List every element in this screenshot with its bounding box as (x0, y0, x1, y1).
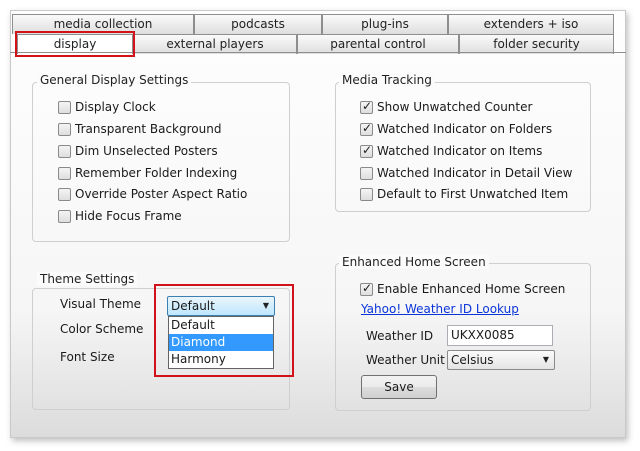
tab-plug-ins[interactable]: plug-ins (322, 14, 448, 34)
enable-enhanced-home-option[interactable]: Enable Enhanced Home Screen (360, 280, 565, 298)
save-button[interactable]: Save (361, 375, 437, 399)
transparent-background-checkbox[interactable] (58, 122, 71, 136)
option-label: Override Poster Aspect Ratio (75, 187, 248, 201)
tab-podcasts[interactable]: podcasts (194, 14, 322, 34)
display-clock-option[interactable]: Display Clock (58, 98, 156, 116)
dim-unselected-posters-option[interactable]: Dim Unselected Posters (58, 142, 218, 160)
option-label: Remember Folder Indexing (75, 166, 238, 180)
transparent-background-option[interactable]: Transparent Background (58, 120, 221, 138)
option-label: Watched Indicator on Items (377, 144, 543, 158)
override-poster-aspect-ratio-option[interactable]: Override Poster Aspect Ratio (58, 185, 247, 203)
default-first-unwatched-option[interactable]: Default to First Unwatched Item (360, 185, 568, 203)
tab-label: folder security (493, 37, 580, 51)
option-label: Hide Focus Frame (75, 209, 182, 223)
override-poster-aspect-ratio-checkbox[interactable] (58, 187, 71, 201)
visual-theme-highlight (154, 284, 294, 377)
tab-parental-control[interactable]: parental control (297, 34, 459, 54)
option-label: Watched Indicator in Detail View (377, 166, 573, 180)
tab-label: external players (166, 37, 264, 51)
option-label: Display Clock (75, 100, 156, 114)
remember-folder-indexing-checkbox[interactable] (58, 166, 71, 180)
enable-enhanced-home-checkbox[interactable] (360, 281, 373, 296)
remember-folder-indexing-option[interactable]: Remember Folder Indexing (58, 164, 237, 182)
show-unwatched-counter-option[interactable]: Show Unwatched Counter (360, 98, 532, 116)
tab-label: plug-ins (361, 17, 409, 31)
dropdown-arrow-icon: ▼ (542, 355, 549, 364)
weather-unit-label: Weather Unit (366, 353, 445, 367)
watched-indicator-detail-option[interactable]: Watched Indicator in Detail View (360, 164, 572, 182)
display-tab-highlight (15, 31, 135, 57)
option-label: Show Unwatched Counter (377, 100, 533, 114)
default-first-unwatched-checkbox[interactable] (360, 187, 373, 201)
watched-indicator-items-checkbox[interactable] (360, 143, 373, 158)
theme-settings-title: Theme Settings (37, 272, 138, 286)
font-size-label: Font Size (60, 350, 115, 364)
weather-unit-select[interactable]: Celsius ▼ (447, 350, 555, 370)
option-label: Transparent Background (75, 122, 222, 136)
weather-unit-value: Celsius (451, 353, 494, 367)
watched-indicator-folders-option[interactable]: Watched Indicator on Folders (360, 120, 552, 138)
tab-extenders-iso[interactable]: extenders + iso (448, 14, 614, 34)
show-unwatched-counter-checkbox[interactable] (360, 99, 373, 114)
tab-label: media collection (53, 17, 153, 31)
media-tracking-title: Media Tracking (339, 73, 435, 87)
tab-label: parental control (330, 37, 426, 51)
watched-indicator-folders-checkbox[interactable] (360, 121, 373, 136)
tab-external-players[interactable]: external players (133, 34, 297, 54)
visual-theme-label: Visual Theme (60, 297, 142, 311)
option-label: Dim Unselected Posters (75, 144, 218, 158)
watched-indicator-detail-checkbox[interactable] (360, 166, 373, 180)
dim-unselected-posters-checkbox[interactable] (58, 144, 71, 158)
tab-folder-security[interactable]: folder security (459, 34, 614, 54)
enhanced-home-title: Enhanced Home Screen (339, 255, 489, 269)
general-display-title: General Display Settings (37, 73, 192, 87)
watched-indicator-items-option[interactable]: Watched Indicator on Items (360, 142, 542, 160)
color-scheme-label: Color Scheme (60, 322, 144, 336)
yahoo-weather-lookup-link[interactable]: Yahoo! Weather ID Lookup (361, 302, 519, 316)
weather-id-input[interactable]: UKXX0085 (447, 325, 553, 346)
weather-id-label: Weather ID (366, 329, 434, 343)
hide-focus-frame-checkbox[interactable] (58, 209, 71, 223)
hide-focus-frame-option[interactable]: Hide Focus Frame (58, 207, 182, 225)
display-clock-checkbox[interactable] (58, 100, 71, 114)
option-label: Default to First Unwatched Item (377, 187, 569, 201)
option-label: Watched Indicator on Folders (377, 122, 553, 136)
option-label: Enable Enhanced Home Screen (377, 282, 566, 296)
tab-label: extenders + iso (483, 17, 579, 31)
tab-label: podcasts (231, 17, 285, 31)
